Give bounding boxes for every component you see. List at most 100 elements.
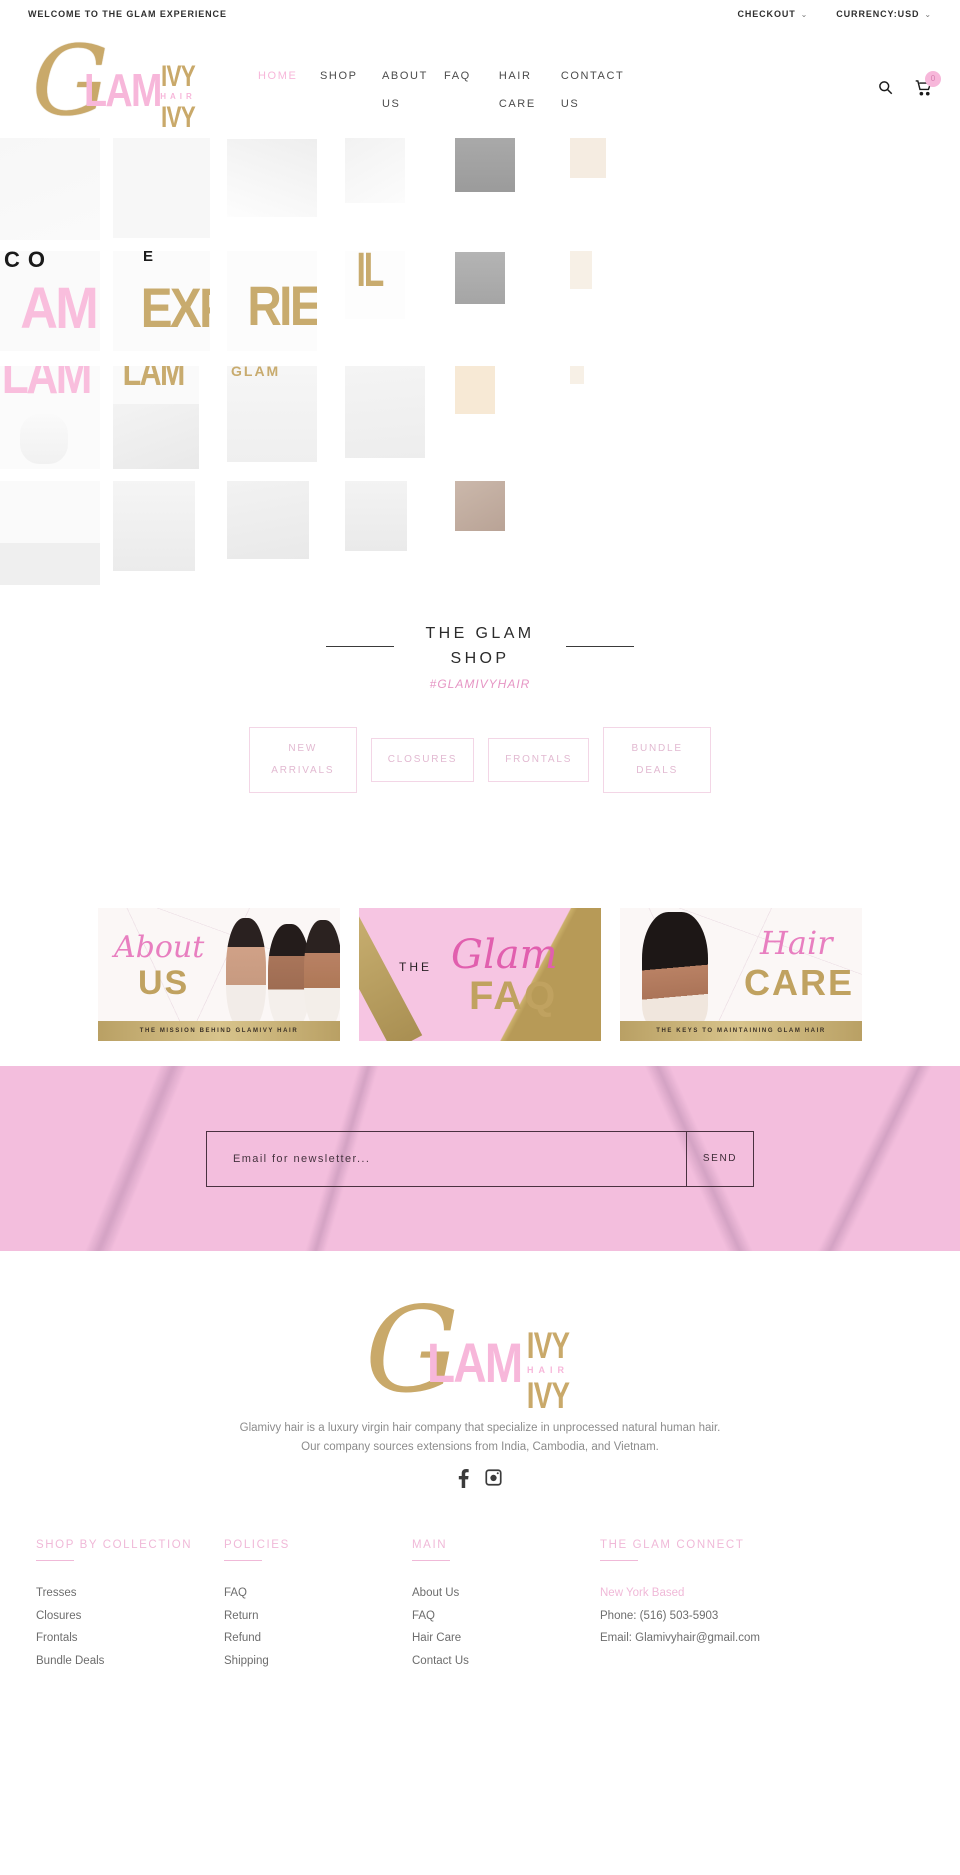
search-icon[interactable]: [878, 80, 893, 100]
checkout-dropdown[interactable]: CHECKOUT ⌄: [737, 9, 808, 19]
promo-banner-row: About US THE MISSION BEHIND GLAMIVY HAIR…: [0, 908, 960, 1041]
hero-tile: [227, 481, 309, 559]
promo-the-label: THE: [399, 960, 432, 974]
nav-item-faq[interactable]: FAQ: [430, 62, 485, 90]
nav-item-contact-us[interactable]: CONTACT US: [547, 62, 623, 118]
footer-column-title: MAIN: [412, 1539, 448, 1551]
decorative-streak: [808, 1066, 934, 1251]
footer-link-bundle-deals[interactable]: Bundle Deals: [36, 1650, 224, 1673]
hero-tile: [455, 481, 505, 531]
footer-link-hair-care[interactable]: Hair Care: [412, 1627, 600, 1650]
hero-tile: [113, 138, 210, 238]
promo-about-us[interactable]: About US THE MISSION BEHIND GLAMIVY HAIR: [98, 908, 340, 1041]
hero-tile: [0, 543, 100, 585]
nav-item-home[interactable]: HOME: [244, 62, 306, 90]
promo-gold-text: US: [138, 964, 190, 1002]
footer-description-line-2: Our company sources extensions from Indi…: [301, 1441, 659, 1453]
footer-link-closures[interactable]: Closures: [36, 1605, 224, 1628]
logo-text-ivy: IVY HAIR IVY: [150, 59, 206, 134]
hero-tile: [455, 366, 495, 414]
hashtag-label: #GLAMIVYHAIR: [429, 677, 531, 691]
promo-gold-text: FAQ: [469, 974, 558, 1018]
newsletter-email-input[interactable]: [206, 1130, 686, 1187]
logo-ivy-top: IVY: [160, 59, 196, 93]
model-photo: [226, 918, 266, 1030]
promo-glam-faq[interactable]: THE Glam FAQ: [359, 908, 601, 1041]
cart-button[interactable]: 0: [915, 70, 941, 101]
newsletter-section: SEND: [0, 1066, 960, 1251]
footer-phone: Phone: (516) 503-5903: [600, 1609, 719, 1622]
divider-left: [326, 645, 394, 647]
newsletter-form: SEND: [206, 1130, 754, 1187]
category-frontals[interactable]: FRONTALS: [488, 738, 590, 782]
promo-script-text: About: [114, 930, 205, 965]
model-photo: [304, 920, 340, 1030]
category-bundle-deals[interactable]: BUNDLE DEALS: [603, 727, 712, 793]
footer-description-line-1: Glamivy hair is a luxury virgin hair com…: [239, 1422, 721, 1434]
promo-gold-text: CARE: [744, 962, 855, 1003]
facebook-icon[interactable]: [458, 1469, 469, 1493]
hero-tile: [570, 366, 584, 384]
promo-hair-care[interactable]: Hair CARE THE KEYS TO MAINTAINING GLAM H…: [620, 908, 862, 1041]
footer-link-refund[interactable]: Refund: [224, 1627, 412, 1650]
hero-tile: [345, 138, 405, 203]
hero-tile: [455, 138, 515, 192]
hero-tile: [0, 138, 100, 240]
social-links: [0, 1469, 960, 1493]
footer-column-glam-connect: THE GLAM CONNECT New York Based Phone: (…: [600, 1539, 900, 1672]
footer-link-tresses[interactable]: Tresses: [36, 1582, 224, 1605]
decorative-streak: [72, 1066, 194, 1251]
footer-column-divider: [600, 1560, 638, 1561]
glam-shop-section: THE GLAM SHOP #GLAMIVYHAIR NEW ARRIVALS …: [0, 593, 960, 793]
footer-column-divider: [224, 1560, 262, 1561]
currency-label: CURRENCY:USD: [836, 9, 920, 19]
hero-tile: [113, 481, 195, 571]
footer-link-return[interactable]: Return: [224, 1605, 412, 1628]
divider-right: [566, 645, 634, 647]
hero-tile: E EXP: [140, 251, 210, 339]
logo-ivy-bottom: IVY: [160, 100, 196, 134]
footer-link-contact-us[interactable]: Contact Us: [412, 1650, 600, 1673]
footer-link-about-us[interactable]: About Us: [412, 1582, 600, 1605]
category-closures[interactable]: CLOSURES: [370, 738, 475, 782]
nav-item-about-us[interactable]: ABOUT US: [368, 62, 430, 118]
nav-item-shop[interactable]: SHOP: [306, 62, 368, 90]
footer-column-title: THE GLAM CONNECT: [600, 1539, 745, 1551]
currency-dropdown[interactable]: CURRENCY:USD ⌄: [836, 9, 932, 19]
main-navigation: HOME SHOP ABOUT US FAQ HAIR CARE CONTACT…: [244, 62, 878, 118]
hero-tile: GLAM: [227, 366, 317, 462]
hero-tile: [227, 139, 317, 217]
hero-tile: RIE: [247, 274, 317, 337]
footer-link-shipping[interactable]: Shipping: [224, 1650, 412, 1673]
chevron-down-icon: ⌄: [924, 9, 932, 19]
footer-email: Email: Glamivyhair@gmail.com: [600, 1632, 760, 1644]
footer-link-faq[interactable]: FAQ: [412, 1605, 600, 1628]
page-title: THE GLAM SHOP: [425, 625, 535, 667]
site-logo[interactable]: G LAM IVY HAIR IVY: [28, 31, 208, 136]
hero-tile: LAM: [113, 366, 199, 469]
footer-link-frontals[interactable]: Frontals: [36, 1627, 224, 1650]
hero-tile: [570, 251, 592, 289]
footer-logo[interactable]: G LAM IVY HAIR IVY: [365, 1291, 595, 1416]
nav-item-hair-care[interactable]: HAIR CARE: [485, 62, 547, 118]
footer-column-title: POLICIES: [224, 1539, 290, 1551]
hero-tile: [345, 481, 407, 551]
footer-columns: SHOP BY COLLECTION Tresses Closures Fron…: [0, 1493, 960, 1672]
hero-banner-mosaic[interactable]: CO AM E EXP RIE IL LAM LAM GLAM: [0, 138, 960, 593]
section-heading: THE GLAM SHOP: [0, 621, 960, 671]
footer-logo-text-ivy: IVY HAIR IVY: [513, 1327, 583, 1416]
category-new-arrivals[interactable]: NEW ARRIVALS: [248, 727, 357, 793]
footer-location: New York Based: [600, 1587, 685, 1599]
site-header: G LAM IVY HAIR IVY HOME SHOP ABOUT US FA…: [0, 28, 960, 138]
model-photo: [642, 912, 708, 1028]
footer-logo-text-lam: LAM: [427, 1331, 523, 1394]
category-filter-group: NEW ARRIVALS CLOSURES FRONTALS BUNDLE DE…: [0, 727, 960, 793]
footer-link-faq[interactable]: FAQ: [224, 1582, 412, 1605]
promo-caption: THE MISSION BEHIND GLAMIVY HAIR: [98, 1021, 340, 1041]
newsletter-send-button[interactable]: SEND: [686, 1130, 754, 1187]
footer-logo-ivy-bottom: IVY: [526, 1375, 570, 1416]
instagram-icon[interactable]: [485, 1469, 502, 1493]
top-bar-actions: CHECKOUT ⌄ CURRENCY:USD ⌄: [737, 9, 932, 19]
hero-tile: CO AM: [4, 251, 99, 341]
footer-column-shop-by-collection: SHOP BY COLLECTION Tresses Closures Fron…: [36, 1539, 224, 1672]
